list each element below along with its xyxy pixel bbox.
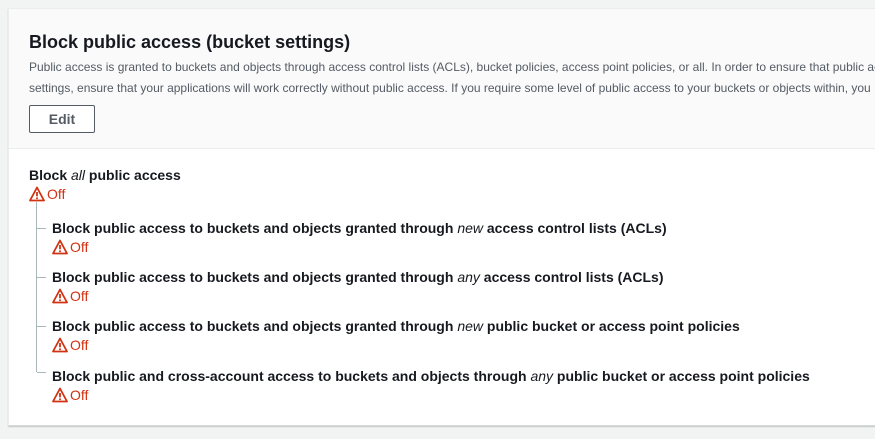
warning-triangle-icon <box>52 239 68 255</box>
setting-label: Block public access to buckets and objec… <box>52 269 664 285</box>
setting-label: Block public access to buckets and objec… <box>52 220 667 236</box>
setting-status: Off <box>52 336 740 354</box>
setting-new-acls: Block public access to buckets and objec… <box>52 219 667 256</box>
setting-block-all: Block all public access Off <box>29 166 181 203</box>
warning-triangle-icon <box>52 387 68 403</box>
panel-header: Block public access (bucket settings) Pu… <box>9 9 875 149</box>
tree-branch <box>37 372 46 373</box>
warning-triangle-icon <box>52 288 68 304</box>
section-description: Public access is granted to buckets and … <box>29 57 875 99</box>
warning-triangle-icon <box>52 337 68 353</box>
setting-label: Block all public access <box>29 167 181 183</box>
section-title: Block public access (bucket settings) <box>29 32 351 52</box>
setting-new-policies: Block public access to buckets and objec… <box>52 317 740 354</box>
setting-any-acls: Block public access to buckets and objec… <box>52 268 664 305</box>
setting-label: Block public access to buckets and objec… <box>52 318 740 334</box>
description-line-2: settings, ensure that your applications … <box>29 81 871 95</box>
status-text: Off <box>70 387 89 403</box>
setting-status: Off <box>52 287 664 305</box>
tree-branch <box>37 277 46 278</box>
warning-triangle-icon <box>29 186 45 202</box>
description-line-1: Public access is granted to buckets and … <box>29 60 875 74</box>
status-text: Off <box>70 288 89 304</box>
block-public-access-panel: Block public access (bucket settings) Pu… <box>8 8 875 426</box>
tree-branch <box>37 228 46 229</box>
status-text: Off <box>70 337 89 353</box>
tree-branch <box>37 326 46 327</box>
setting-status: Off <box>29 185 181 203</box>
setting-label: Block public and cross-account access to… <box>52 368 810 384</box>
setting-status: Off <box>52 386 810 404</box>
status-text: Off <box>47 186 66 202</box>
setting-status: Off <box>52 238 667 256</box>
status-text: Off <box>70 239 89 255</box>
edit-button[interactable]: Edit <box>29 105 95 133</box>
setting-any-policies: Block public and cross-account access to… <box>52 367 810 404</box>
